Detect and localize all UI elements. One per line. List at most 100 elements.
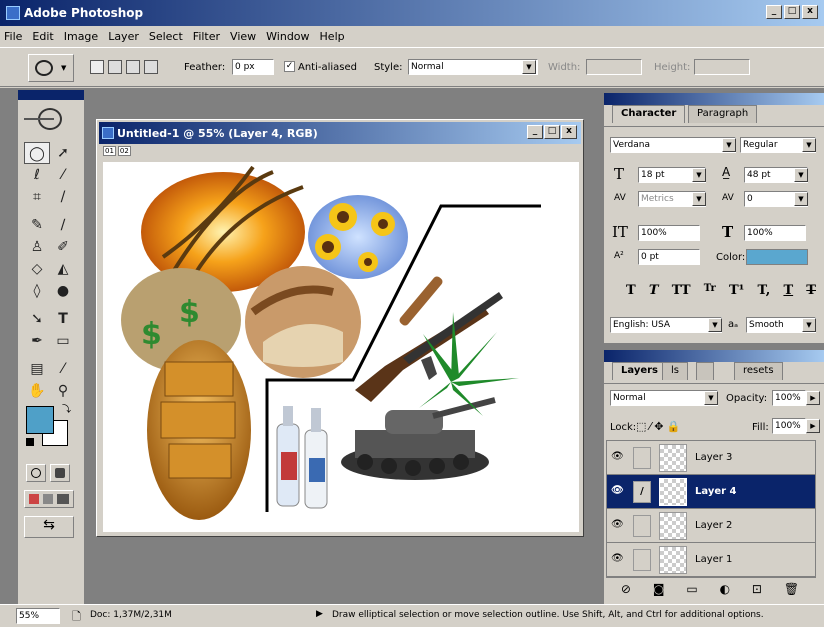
chevron-right-icon[interactable]: ▶: [806, 419, 820, 433]
eye-icon[interactable]: 👁: [611, 451, 624, 462]
chevron-down-icon[interactable]: ▼: [794, 192, 808, 206]
layer-row-3[interactable]: 👁 Layer 3: [607, 441, 815, 475]
type-tool-icon[interactable]: T: [50, 308, 76, 330]
tab-character[interactable]: Character: [612, 105, 686, 123]
tab-paths[interactable]: [696, 362, 714, 380]
menu-window[interactable]: Window: [266, 30, 309, 43]
eye-icon[interactable]: 👁: [611, 485, 624, 496]
document-titlebar[interactable]: Untitled-1 @ 55% (Layer 4, RGB) _ □ x: [99, 122, 581, 144]
link-slot[interactable]: [633, 549, 651, 571]
chevron-down-icon[interactable]: ▼: [794, 168, 808, 182]
hand-tool-icon[interactable]: ✋: [24, 380, 50, 402]
image-canvas[interactable]: $ $: [103, 162, 579, 532]
doc-restore-button[interactable]: □: [544, 125, 560, 139]
path-selection-icon[interactable]: ➘: [24, 308, 50, 330]
menu-edit[interactable]: Edit: [32, 30, 53, 43]
layer-mask-icon[interactable]: ◙: [653, 582, 665, 596]
history-brush-icon[interactable]: ✐: [50, 236, 76, 258]
dodge-tool-icon[interactable]: ●: [50, 280, 76, 302]
screen-mode-buttons[interactable]: [24, 490, 74, 508]
horizontal-scale-input[interactable]: 100%: [744, 225, 806, 241]
chevron-down-icon[interactable]: ▼: [802, 318, 816, 332]
jump-to-imageready-button[interactable]: ⇆: [24, 516, 74, 538]
vertical-scale-input[interactable]: 100%: [638, 225, 700, 241]
new-layer-icon[interactable]: ⊡: [752, 582, 762, 596]
restore-button[interactable]: □: [784, 5, 800, 19]
standard-mode-button[interactable]: [26, 464, 46, 482]
tab-layers[interactable]: Layers: [612, 362, 667, 380]
chevron-right-icon[interactable]: ▶: [806, 391, 820, 405]
move-tool-icon[interactable]: ➚: [50, 142, 76, 164]
adobe-online-icon[interactable]: [24, 106, 78, 132]
doc-size-info[interactable]: Doc: 1,37M/2,31M: [90, 610, 172, 620]
pen-tool-icon[interactable]: ✒: [24, 330, 50, 352]
anti-aliased-checkbox[interactable]: ✓: [284, 61, 295, 72]
menu-help[interactable]: Help: [320, 30, 345, 43]
menu-filter[interactable]: Filter: [193, 30, 220, 43]
doc-minimize-button[interactable]: _: [527, 125, 543, 139]
menu-file[interactable]: File: [4, 30, 22, 43]
opacity-input[interactable]: 100%: [772, 390, 806, 406]
faux-italic-button[interactable]: T: [649, 283, 659, 298]
default-colors-icon[interactable]: [26, 438, 34, 446]
new-set-icon[interactable]: ▭: [686, 582, 697, 596]
height-input[interactable]: [694, 59, 750, 75]
eraser-tool-icon[interactable]: ◇: [24, 258, 50, 280]
adjustment-layer-icon[interactable]: ◐: [720, 582, 730, 596]
ruler-tab-1[interactable]: 01: [103, 146, 116, 156]
rectangle-tool-icon[interactable]: ▭: [50, 330, 76, 352]
intersect-selection-icon[interactable]: [144, 60, 158, 74]
feather-input[interactable]: 0 px: [232, 59, 274, 75]
lock-icons[interactable]: ⬚⁄✥🔒: [636, 420, 683, 433]
swap-colors-icon[interactable]: ⤵: [62, 402, 71, 415]
foreground-color-swatch[interactable]: [26, 406, 54, 434]
chevron-down-icon[interactable]: ▼: [722, 138, 736, 152]
minimize-button[interactable]: _: [766, 5, 782, 19]
paint-bucket-icon[interactable]: ◭: [50, 258, 76, 280]
chevron-down-icon[interactable]: ▼: [708, 318, 722, 332]
underline-button[interactable]: T: [783, 283, 793, 298]
blur-tool-icon[interactable]: ◊: [24, 280, 50, 302]
ruler-tab-2[interactable]: 02: [117, 146, 131, 156]
chevron-down-icon[interactable]: ▼: [692, 168, 706, 182]
menu-select[interactable]: Select: [149, 30, 183, 43]
lasso-tool-icon[interactable]: ℓ: [24, 164, 50, 186]
doc-close-button[interactable]: x: [561, 125, 577, 139]
faux-bold-button[interactable]: T: [626, 283, 636, 298]
menu-view[interactable]: View: [230, 30, 256, 43]
superscript-button[interactable]: T¹: [729, 283, 744, 298]
layer-row-1[interactable]: 👁 Layer 1: [607, 543, 815, 577]
magic-wand-icon[interactable]: ⁄: [50, 164, 76, 186]
eye-icon[interactable]: 👁: [611, 553, 624, 564]
tab-paragraph[interactable]: Paragraph: [688, 105, 758, 123]
blend-mode-select[interactable]: Normal: [610, 390, 718, 406]
chevron-down-icon[interactable]: ▼: [704, 391, 718, 405]
layer-row-4[interactable]: 👁 / Layer 4: [607, 475, 815, 509]
all-caps-button[interactable]: TT: [672, 283, 691, 298]
eye-icon[interactable]: 👁: [611, 519, 624, 530]
layer-row-2[interactable]: 👁 Layer 2: [607, 509, 815, 543]
style-select[interactable]: Normal: [408, 59, 538, 75]
eyedropper-icon[interactable]: ⁄: [50, 358, 76, 380]
subscript-button[interactable]: T,: [757, 283, 770, 298]
menu-image[interactable]: Image: [64, 30, 98, 43]
language-select[interactable]: English: USA: [610, 317, 722, 333]
add-selection-icon[interactable]: [108, 60, 122, 74]
tool-preset-picker[interactable]: ▼: [28, 54, 74, 82]
chevron-right-icon[interactable]: ▶: [316, 609, 323, 619]
close-button[interactable]: x: [802, 5, 818, 19]
tab-channels[interactable]: ls: [662, 362, 688, 380]
new-selection-icon[interactable]: [90, 60, 104, 74]
tab-presets[interactable]: resets: [734, 362, 783, 380]
healing-brush-icon[interactable]: ✎: [24, 214, 50, 236]
notes-tool-icon[interactable]: ▤: [24, 358, 50, 380]
subtract-selection-icon[interactable]: [126, 60, 140, 74]
small-caps-button[interactable]: Tr: [704, 283, 716, 298]
font-family-select[interactable]: Verdana: [610, 137, 736, 153]
brush-tool-icon[interactable]: ∕: [50, 214, 76, 236]
marquee-tool-icon[interactable]: ◯: [24, 142, 50, 164]
baseline-shift-input[interactable]: 0 pt: [638, 249, 700, 265]
fill-input[interactable]: 100%: [772, 418, 806, 434]
zoom-level-input[interactable]: 55%: [16, 608, 60, 624]
strikethrough-button[interactable]: T: [806, 283, 816, 298]
